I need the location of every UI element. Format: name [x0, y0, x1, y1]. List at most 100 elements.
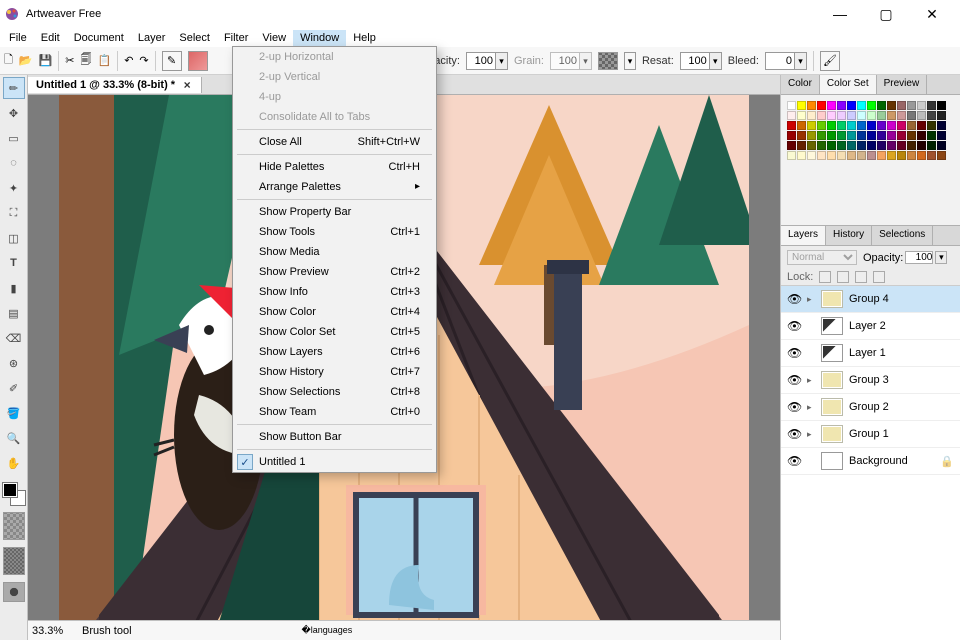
move-tool-icon[interactable]: ✥ [3, 102, 25, 124]
tab-color[interactable]: Color [781, 75, 820, 94]
color-swatch[interactable] [797, 141, 806, 150]
fill-tool-icon[interactable]: 🪣 [3, 402, 25, 424]
color-swatch[interactable] [807, 101, 816, 110]
menu-item[interactable]: Show Color SetCtrl+5 [233, 322, 436, 342]
expand-icon[interactable]: ▸ [807, 429, 815, 440]
shape-tool-icon[interactable]: ▮ [3, 277, 25, 299]
resat-input[interactable]: ▾ [680, 52, 722, 70]
color-swatch[interactable] [857, 151, 866, 160]
color-swatch[interactable] [907, 121, 916, 130]
wand-tool-icon[interactable]: ✦ [3, 177, 25, 199]
tab-preview[interactable]: Preview [877, 75, 928, 94]
visibility-icon[interactable]: 👁 [787, 373, 801, 387]
color-swatch[interactable] [817, 101, 826, 110]
grain-input[interactable]: ▾ [550, 52, 592, 70]
color-swatch[interactable] [857, 101, 866, 110]
color-swatch[interactable] [917, 131, 926, 140]
color-swatch[interactable] [927, 131, 936, 140]
nozzle-icon[interactable] [3, 582, 25, 602]
color-swatch[interactable] [887, 131, 896, 140]
menu-document[interactable]: Document [67, 30, 131, 46]
color-swatch[interactable] [897, 101, 906, 110]
brush-options-icon[interactable]: 🖌 [820, 51, 840, 71]
close-button[interactable]: ✕ [918, 6, 946, 23]
color-swatch[interactable] [867, 141, 876, 150]
color-swatch[interactable] [837, 141, 846, 150]
color-swatch[interactable] [827, 111, 836, 120]
eyedropper-tool-icon[interactable]: ✐ [3, 377, 25, 399]
layer-opacity-input[interactable] [905, 251, 933, 264]
color-swatch[interactable] [937, 151, 946, 160]
menu-item[interactable]: Show ToolsCtrl+1 [233, 222, 436, 242]
color-swatch[interactable] [887, 151, 896, 160]
menu-file[interactable]: File [2, 30, 34, 46]
color-swatch[interactable] [3, 483, 25, 505]
tab-color-set[interactable]: Color Set [820, 75, 877, 94]
color-swatch[interactable] [867, 151, 876, 160]
layer-row[interactable]: 👁▸Group 1 [781, 421, 960, 448]
menu-layer[interactable]: Layer [131, 30, 173, 46]
color-swatch[interactable] [817, 151, 826, 160]
color-swatch[interactable] [847, 131, 856, 140]
visibility-icon[interactable]: 👁 [787, 427, 801, 441]
expand-icon[interactable]: ▸ [807, 294, 815, 305]
cut-icon[interactable]: ✂ [65, 54, 74, 67]
color-swatch[interactable] [857, 131, 866, 140]
menu-item[interactable]: Show SelectionsCtrl+8 [233, 382, 436, 402]
menu-item[interactable]: Show Button Bar [233, 427, 436, 447]
opacity-input[interactable]: ▾ [466, 52, 508, 70]
color-swatch[interactable] [937, 121, 946, 130]
layer-opacity-dropdown-icon[interactable]: ▾ [935, 251, 947, 264]
stamp-tool-icon[interactable]: ⊛ [3, 352, 25, 374]
layer-row[interactable]: 👁Layer 1 [781, 340, 960, 367]
hand-tool-icon[interactable]: ✋ [3, 452, 25, 474]
visibility-icon[interactable]: 👁 [787, 400, 801, 414]
color-swatch[interactable] [787, 131, 796, 140]
color-swatch[interactable] [897, 111, 906, 120]
paper-texture-2[interactable] [3, 547, 25, 575]
color-swatch[interactable] [937, 141, 946, 150]
bleed-input[interactable]: ▾ [765, 52, 807, 70]
visibility-icon[interactable]: 👁 [787, 292, 801, 306]
color-swatch[interactable] [877, 131, 886, 140]
color-swatch[interactable] [877, 141, 886, 150]
color-swatch[interactable] [917, 101, 926, 110]
color-swatch[interactable] [867, 111, 876, 120]
color-swatch[interactable] [937, 131, 946, 140]
menu-item[interactable]: Show Media [233, 242, 436, 262]
marquee-tool-icon[interactable]: ▭ [3, 127, 25, 149]
color-swatch[interactable] [857, 141, 866, 150]
color-swatch[interactable] [897, 141, 906, 150]
expand-icon[interactable]: ▸ [807, 375, 815, 386]
redo-icon[interactable]: ↷ [139, 54, 148, 67]
color-swatch[interactable] [877, 111, 886, 120]
color-swatch[interactable] [927, 121, 936, 130]
menu-select[interactable]: Select [172, 30, 217, 46]
color-swatch[interactable] [877, 121, 886, 130]
color-swatch[interactable] [887, 121, 896, 130]
color-swatch[interactable] [907, 111, 916, 120]
color-swatch[interactable] [827, 101, 836, 110]
color-swatch[interactable] [787, 121, 796, 130]
color-swatch[interactable] [887, 111, 896, 120]
color-swatch[interactable] [897, 151, 906, 160]
layer-row[interactable]: 👁▸Group 2 [781, 394, 960, 421]
layer-row[interactable]: 👁Layer 2 [781, 313, 960, 340]
color-swatch[interactable] [807, 111, 816, 120]
menu-item[interactable]: Show PreviewCtrl+2 [233, 262, 436, 282]
color-swatch[interactable] [827, 151, 836, 160]
close-tab-icon[interactable]: × [181, 79, 193, 91]
perspective-tool-icon[interactable]: ◫ [3, 227, 25, 249]
color-swatch[interactable] [807, 141, 816, 150]
color-swatch[interactable] [787, 151, 796, 160]
layer-row[interactable]: 👁▸Group 3 [781, 367, 960, 394]
color-swatch[interactable] [827, 131, 836, 140]
color-swatch[interactable] [807, 121, 816, 130]
tab-layers[interactable]: Layers [781, 226, 826, 245]
visibility-icon[interactable]: 👁 [787, 346, 801, 360]
color-swatch[interactable] [797, 111, 806, 120]
color-swatch[interactable] [787, 111, 796, 120]
open-file-icon[interactable]: 📂 [19, 54, 33, 67]
color-swatch[interactable] [837, 101, 846, 110]
color-swatch[interactable] [897, 121, 906, 130]
